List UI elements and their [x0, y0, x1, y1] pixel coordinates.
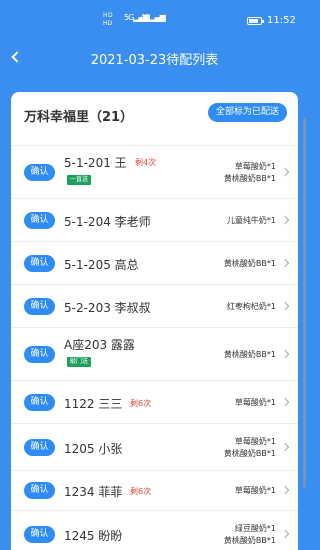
- product-item: 黄桃酸奶BB*1: [223, 259, 276, 268]
- product-item: 草莓酸奶*1: [234, 437, 276, 446]
- customer-address: 1205 小张: [64, 442, 123, 456]
- signal-label-top: HD: [103, 12, 114, 19]
- customer-address: 5-1-205 高总: [64, 258, 139, 272]
- delivery-list: 确认 5-1-201 王剩4次 一直送 草莓酸奶*1 黄桃酸奶BB*1 确认 5-1-204…: [11, 145, 298, 550]
- customer-address: A座203 露露: [64, 338, 135, 352]
- chevron-right-icon[interactable]: [280, 301, 290, 311]
- battery-icon: [247, 17, 264, 25]
- list-item[interactable]: 确认 A座203 露露敲门送 黄桃酸奶BB*1: [11, 327, 298, 380]
- mark-all-delivered-button[interactable]: 全部标为已配送: [208, 103, 288, 122]
- customer-address: 1245 盼盼: [64, 529, 123, 543]
- customer-address: 5-1-201 王: [64, 156, 127, 170]
- customer-address: 5-2-203 李叔叔: [64, 301, 151, 315]
- confirm-button[interactable]: 确认: [24, 526, 55, 543]
- remaining-count: 剩6次: [130, 399, 152, 408]
- customer-address: 5-1-204 李老师: [64, 215, 151, 229]
- delivery-tag: 敲门送: [67, 357, 92, 367]
- confirm-button[interactable]: 确认: [24, 346, 55, 363]
- product-list: 红枣枸杞奶*1: [227, 301, 276, 313]
- chevron-right-icon[interactable]: [280, 529, 290, 539]
- product-item: 黄桃酸奶BB*1: [223, 536, 276, 545]
- remaining-count: 剩4次: [135, 158, 157, 167]
- group-header: 万科幸福里（21） 全部标为已配送: [11, 92, 298, 142]
- confirm-button[interactable]: 确认: [24, 394, 55, 411]
- chevron-right-icon[interactable]: [280, 485, 290, 495]
- delivery-group-card: 万科幸福里（21） 全部标为已配送 确认 5-1-201 王剩4次 一直送 草莓酸奶*…: [11, 92, 298, 550]
- chevron-right-icon[interactable]: [280, 442, 290, 452]
- customer-address: 1122 三三: [64, 397, 123, 411]
- confirm-button[interactable]: 确认: [24, 482, 55, 499]
- list-item[interactable]: 确认 1245 盼盼 绿豆酸奶*1 黄桃酸奶BB*1: [11, 510, 298, 550]
- nav-bar: 2021-03-23待配列表: [0, 42, 309, 74]
- product-item: 绿豆酸奶*1: [234, 524, 276, 533]
- product-list: 草莓酸奶*1 黄桃酸奶BB*1: [224, 161, 276, 185]
- product-item: 儿童纯牛奶*1: [226, 216, 276, 225]
- product-list: 黄桃酸奶BB*1: [224, 349, 276, 361]
- product-list: 草莓酸奶*1: [235, 485, 276, 497]
- product-item: 黄桃酸奶BB*1: [223, 449, 276, 458]
- list-item[interactable]: 确认 5-1-205 高总 黄桃酸奶BB*1: [11, 241, 298, 284]
- product-item: 黄桃酸奶BB*1: [223, 174, 276, 183]
- product-list: 草莓酸奶*1: [235, 397, 276, 409]
- chevron-right-icon[interactable]: [280, 258, 290, 268]
- confirm-button[interactable]: 确认: [24, 255, 55, 272]
- signal-label-bottom: HD: [103, 20, 113, 27]
- network-2-icon: 4G▂▄▆: [140, 13, 166, 22]
- product-item: 草莓酸奶*1: [234, 486, 276, 495]
- product-item: 红枣枸杞奶*1: [226, 302, 276, 311]
- confirm-button[interactable]: 确认: [24, 439, 55, 456]
- product-item: 草莓酸奶*1: [234, 398, 276, 407]
- product-item: 草莓酸奶*1: [234, 162, 276, 171]
- list-item[interactable]: 确认 1234 菲菲 剩6次 草莓酸奶*1: [11, 470, 298, 510]
- product-item: 黄桃酸奶BB*1: [223, 350, 276, 359]
- chevron-right-icon[interactable]: [280, 349, 290, 359]
- group-name: 万科幸福里（21）: [24, 110, 134, 125]
- confirm-button[interactable]: 确认: [24, 164, 55, 181]
- list-item[interactable]: 确认 5-2-203 李叔叔 红枣枸杞奶*1: [11, 284, 298, 327]
- list-item[interactable]: 确认 5-1-201 王剩4次一直送 草莓酸奶*1 黄桃酸奶BB*1: [11, 145, 298, 198]
- chevron-right-icon[interactable]: [280, 215, 290, 225]
- list-item[interactable]: 确认 5-1-204 李老师 儿童纯牛奶*1: [11, 198, 298, 241]
- confirm-button[interactable]: 确认: [24, 298, 55, 315]
- confirm-button[interactable]: 确认: [24, 212, 55, 229]
- product-list: 黄桃酸奶BB*1: [224, 258, 276, 270]
- product-list: 绿豆酸奶*1 黄桃酸奶BB*1: [224, 523, 276, 547]
- product-list: 儿童纯牛奶*1: [227, 215, 276, 227]
- clock: 11:52: [267, 15, 296, 26]
- scrollbar[interactable]: [303, 118, 306, 488]
- list-item[interactable]: 确认 1122 三三 剩6次 草莓酸奶*1: [11, 380, 298, 423]
- delivery-tag: 一直送: [67, 175, 92, 185]
- product-list: 草莓酸奶*1 黄桃酸奶BB*1: [224, 436, 276, 460]
- remaining-count: 剩6次: [130, 487, 152, 496]
- status-bar: HD HD 5G▂▄▆ 4G▂▄▆ 11:52: [0, 0, 309, 42]
- chevron-right-icon[interactable]: [280, 167, 290, 177]
- chevron-right-icon[interactable]: [280, 397, 290, 407]
- page-title: 2021-03-23待配列表: [90, 53, 219, 68]
- list-item[interactable]: 确认 1205 小张 草莓酸奶*1 黄桃酸奶BB*1: [11, 423, 298, 470]
- customer-address: 1234 菲菲: [64, 485, 123, 499]
